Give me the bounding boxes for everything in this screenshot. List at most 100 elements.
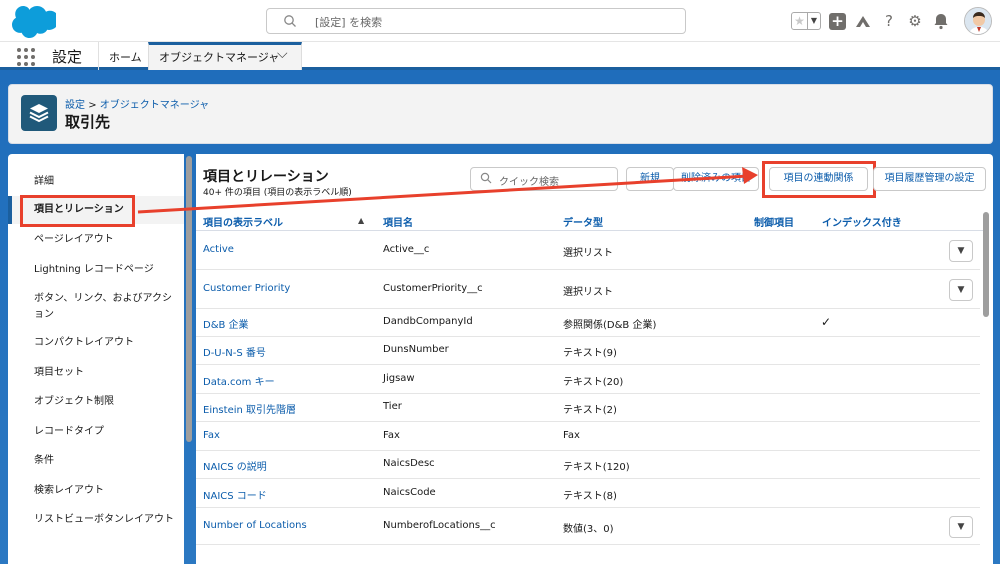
table-row: NAICS コード NaicsCode テキスト(8) bbox=[196, 479, 980, 508]
table-scrollbar[interactable] bbox=[983, 212, 989, 317]
deleted-fields-button[interactable]: 削除済みの項目 bbox=[673, 167, 759, 191]
field-label-link[interactable]: Active bbox=[203, 244, 234, 255]
field-data-type: テキスト(20) bbox=[563, 377, 624, 388]
column-header-field-name[interactable]: 項目名 bbox=[383, 214, 413, 229]
field-api-name: NaicsDesc bbox=[383, 458, 435, 469]
table-row: Fax Fax Fax bbox=[196, 422, 980, 451]
nav-tab-home[interactable]: ホーム bbox=[109, 49, 142, 65]
field-label-link[interactable]: NAICS コード bbox=[203, 487, 267, 502]
row-actions-dropdown-icon[interactable]: ▼ bbox=[949, 516, 973, 538]
app-name: 設定 bbox=[52, 48, 83, 66]
field-label-link[interactable]: NAICS の説明 bbox=[203, 458, 267, 473]
table-row: Data.com キー Jigsaw テキスト(20) bbox=[196, 365, 980, 394]
nav-divider bbox=[98, 42, 99, 70]
field-api-name: DandbCompanyId bbox=[383, 316, 473, 327]
section-subtitle: 40+ 件の項目 (項目の表示ラベル順) bbox=[203, 188, 352, 198]
field-label-link[interactable]: D-U-N-S 番号 bbox=[203, 344, 266, 359]
field-label-link[interactable]: Einstein 取引先階層 bbox=[203, 401, 296, 416]
sidebar-item-search-layouts[interactable]: 検索レイアウト bbox=[8, 483, 184, 499]
sidebar-item-conditions[interactable]: 条件 bbox=[8, 453, 184, 469]
column-header-field-label[interactable]: 項目の表示ラベル bbox=[203, 214, 283, 229]
field-data-type: 数値(3、0) bbox=[563, 524, 614, 535]
breadcrumb-object-manager[interactable]: オブジェクトマネージャ bbox=[100, 100, 209, 111]
table-header: 項目の表示ラベル ▲ 項目名 データ型 制御項目 インデックス付き bbox=[196, 211, 986, 231]
field-history-tracking-button[interactable]: 項目履歴管理の設定 bbox=[873, 167, 986, 191]
search-placeholder: [設定] を検索 bbox=[315, 16, 383, 29]
chevron-down-icon[interactable]: ⌵ bbox=[277, 46, 288, 62]
trailhead-icon[interactable] bbox=[854, 12, 872, 30]
global-search-input[interactable]: [設定] を検索 bbox=[266, 8, 686, 34]
field-data-type: 選択リスト bbox=[563, 248, 613, 259]
row-actions-dropdown-icon[interactable]: ▼ bbox=[949, 240, 973, 262]
new-button[interactable]: 新規 bbox=[626, 167, 674, 191]
table-row: Einstein 取引先階層 Tier テキスト(2) bbox=[196, 394, 980, 422]
breadcrumb: 設定 > オブジェクトマネージャ bbox=[65, 96, 209, 111]
layers-icon bbox=[21, 95, 57, 131]
sidebar-scrollbar[interactable] bbox=[186, 156, 192, 442]
object-header: 設定 > オブジェクトマネージャ 取引先 bbox=[8, 84, 993, 144]
field-data-type: テキスト(9) bbox=[563, 348, 617, 359]
sidebar-item-page-layouts[interactable]: ページレイアウト bbox=[8, 232, 184, 248]
column-header-controlling-field[interactable]: 制御項目 bbox=[754, 214, 794, 229]
field-api-name: NumberofLocations__c bbox=[383, 520, 496, 531]
field-data-type: テキスト(120) bbox=[563, 462, 630, 473]
field-label-link[interactable]: Data.com キー bbox=[203, 373, 275, 388]
field-label-link[interactable]: Fax bbox=[203, 430, 220, 441]
checkmark-icon: ✓ bbox=[821, 315, 832, 329]
global-actions-plus-icon[interactable]: + bbox=[829, 12, 846, 30]
favorites-button[interactable]: ★ ▼ bbox=[791, 12, 821, 30]
field-label-link[interactable]: Customer Priority bbox=[203, 283, 290, 294]
gear-icon[interactable]: ⚙ bbox=[906, 12, 924, 30]
field-label-link[interactable]: D&B 企業 bbox=[203, 316, 249, 331]
highlight-box-dependencies bbox=[762, 161, 876, 198]
highlight-box-sidebar bbox=[20, 195, 135, 227]
sort-ascending-icon[interactable]: ▲ bbox=[358, 216, 364, 225]
search-icon bbox=[284, 15, 296, 27]
app-launcher-icon[interactable] bbox=[17, 48, 35, 66]
app-nav-bar: 設定 ホーム オブジェクトマネージャ ⌵ bbox=[0, 42, 1000, 70]
field-data-type: 選択リスト bbox=[563, 287, 613, 298]
table-row: Number of Locations NumberofLocations__c 数… bbox=[196, 508, 980, 545]
sidebar-item-lightning-record-pages[interactable]: Lightning レコードページ bbox=[8, 262, 184, 278]
column-header-indexed[interactable]: インデックス付き bbox=[822, 214, 902, 229]
quick-search-input[interactable]: クイック検索 bbox=[470, 167, 618, 191]
quick-search-placeholder: クイック検索 bbox=[499, 177, 559, 188]
sidebar-item-list-view-button-layout[interactable]: リストビューボタンレイアウト bbox=[8, 512, 184, 528]
sidebar-item-compact-layouts[interactable]: コンパクトレイアウト bbox=[8, 335, 184, 351]
nav-tab-object-manager[interactable]: オブジェクトマネージャ ⌵ bbox=[148, 42, 302, 70]
field-data-type: 参照関係(D&B 企業) bbox=[563, 320, 657, 331]
sidebar-item-field-sets[interactable]: 項目セット bbox=[8, 365, 184, 381]
fields-panel: 項目とリレーション 40+ 件の項目 (項目の表示ラベル順) クイック検索 新規… bbox=[196, 154, 993, 564]
page-title: 取引先 bbox=[65, 113, 111, 131]
breadcrumb-setup[interactable]: 設定 bbox=[65, 100, 85, 111]
field-api-name: Fax bbox=[383, 430, 400, 441]
table-row: NAICS の説明 NaicsDesc テキスト(120) bbox=[196, 451, 980, 479]
sidebar-item-object-limits[interactable]: オブジェクト制限 bbox=[8, 394, 184, 410]
field-api-name: Active__c bbox=[383, 244, 430, 255]
search-icon bbox=[480, 172, 492, 184]
field-data-type: テキスト(2) bbox=[563, 405, 617, 416]
sidebar-item-buttons-links-actions[interactable]: ボタン、リンク、およびアクション bbox=[8, 291, 184, 323]
user-avatar[interactable] bbox=[964, 7, 992, 35]
sidebar-item-details[interactable]: 詳細 bbox=[8, 174, 184, 190]
field-api-name: Jigsaw bbox=[383, 373, 415, 384]
column-header-data-type[interactable]: データ型 bbox=[563, 214, 603, 229]
field-api-name: DunsNumber bbox=[383, 344, 449, 355]
star-icon: ★ bbox=[792, 13, 808, 29]
help-icon[interactable]: ? bbox=[880, 12, 898, 30]
chevron-down-icon[interactable]: ▼ bbox=[808, 13, 820, 29]
sidebar-item-record-types[interactable]: レコードタイプ bbox=[8, 424, 184, 440]
field-data-type: Fax bbox=[563, 430, 580, 441]
salesforce-logo[interactable] bbox=[10, 6, 56, 38]
breadcrumb-separator: > bbox=[88, 100, 97, 111]
field-api-name: NaicsCode bbox=[383, 487, 436, 498]
table-row: Customer Priority CustomerPriority__c 選択リス… bbox=[196, 270, 980, 309]
table-row: Active Active__c 選択リスト ▼ bbox=[196, 231, 980, 270]
bell-icon[interactable] bbox=[932, 12, 950, 30]
row-actions-dropdown-icon[interactable]: ▼ bbox=[949, 279, 973, 301]
field-data-type: テキスト(8) bbox=[563, 491, 617, 502]
field-label-link[interactable]: Number of Locations bbox=[203, 520, 307, 531]
table-row: D&B 企業 DandbCompanyId 参照関係(D&B 企業) ✓ bbox=[196, 309, 980, 337]
nav-tab-label: オブジェクトマネージャ bbox=[159, 51, 280, 64]
global-header: [設定] を検索 ★ ▼ + ? ⚙ bbox=[0, 0, 1000, 42]
